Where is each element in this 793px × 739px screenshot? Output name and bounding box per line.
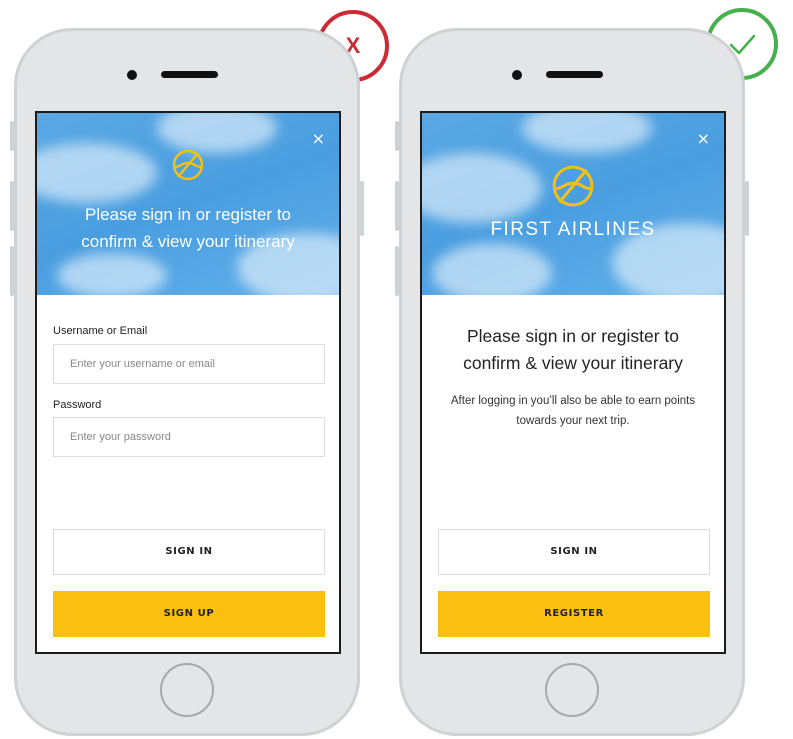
home-button[interactable] — [160, 663, 214, 717]
body-title-line-1: Please sign in or register to — [466, 326, 680, 346]
airline-logo-icon — [172, 149, 204, 181]
earpiece-speaker — [546, 71, 603, 78]
body-subtitle-line-1: After logging in you’ll also be able to … — [450, 395, 696, 407]
mute-switch — [10, 121, 14, 151]
sign-up-button[interactable]: SIGN UP — [53, 591, 325, 637]
sign-in-button[interactable]: SIGN IN — [438, 529, 710, 575]
front-camera — [127, 70, 137, 80]
airline-logo-icon — [552, 165, 594, 207]
volume-down-button — [10, 246, 14, 296]
sign-in-button[interactable]: SIGN IN — [53, 529, 325, 575]
mute-switch — [395, 121, 399, 151]
body-subtitle-line-2: towards your next trip. — [516, 415, 630, 427]
body-title-line-2: confirm & view your itinerary — [463, 353, 683, 373]
username-input[interactable]: Enter your username or email — [53, 344, 325, 384]
home-button[interactable] — [545, 663, 599, 717]
username-label: Username or Email — [53, 325, 148, 337]
close-button[interactable]: × — [312, 131, 325, 147]
close-button[interactable]: × — [697, 131, 710, 147]
volume-up-button — [395, 181, 399, 231]
password-label: Password — [53, 399, 102, 411]
password-input[interactable]: Enter your password — [53, 417, 325, 457]
earpiece-speaker — [161, 71, 218, 78]
signin-screen-bad: × Please sign in or register to confirm … — [35, 111, 341, 654]
phone-bad-example: × Please sign in or register to confirm … — [10, 28, 364, 736]
register-button[interactable]: REGISTER — [438, 591, 710, 637]
volume-up-button — [10, 181, 14, 231]
brand-name: FIRST AIRLINES — [490, 219, 656, 240]
hero-line-2: confirm & view your itinerary — [81, 232, 295, 251]
sky-header: × Please sign in or register to confirm … — [37, 113, 339, 295]
power-button — [745, 181, 749, 236]
sky-header: × FIRST AIRLINES — [422, 113, 724, 295]
front-camera — [512, 70, 522, 80]
phone-good-example: × FIRST AIRLINES Please sign in or regis… — [395, 28, 749, 736]
hero-line-1: Please sign in or register to — [85, 205, 291, 224]
volume-down-button — [395, 246, 399, 296]
power-button — [360, 181, 364, 236]
signin-screen-good: × FIRST AIRLINES Please sign in or regis… — [420, 111, 726, 654]
